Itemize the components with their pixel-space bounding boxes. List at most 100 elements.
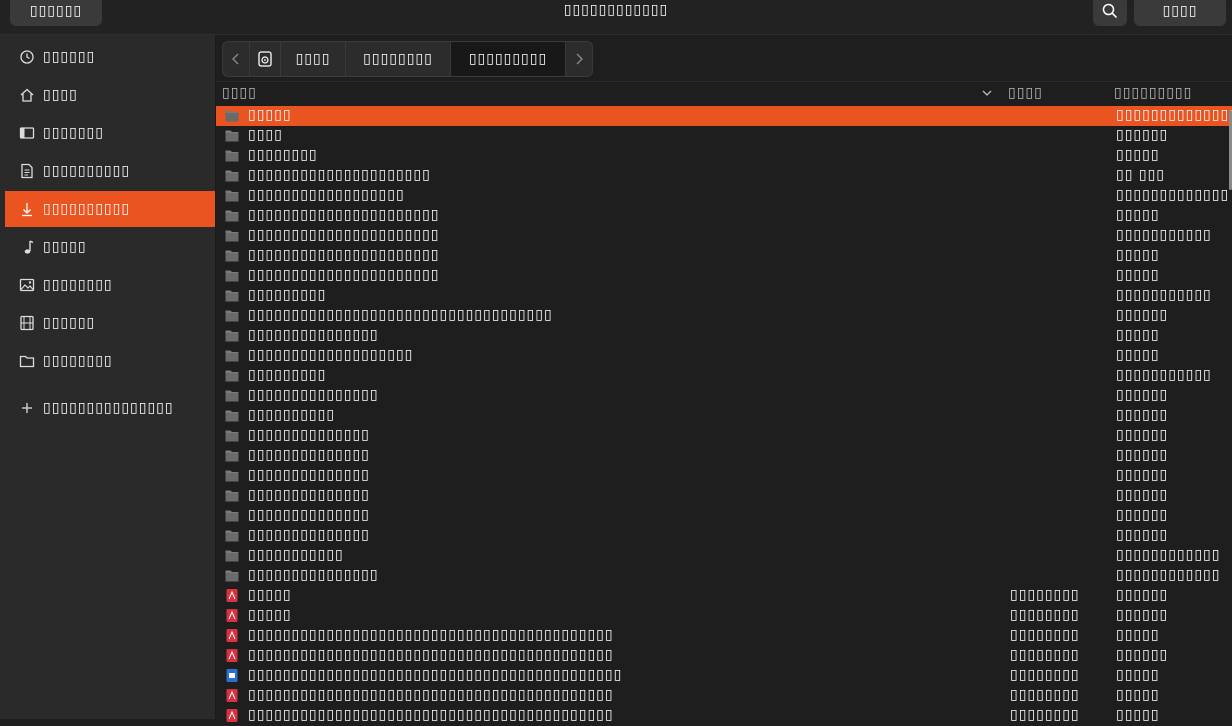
file-row[interactable]: ▯▯▯▯ ▯▯▯▯▯▯ bbox=[216, 126, 1232, 146]
file-row[interactable]: ▯▯▯▯▯▯▯▯▯▯▯▯▯▯▯▯▯▯▯▯▯▯ ▯▯▯▯▯▯▯▯▯▯▯ bbox=[216, 226, 1232, 246]
path-segment-home[interactable]: ▯▯▯▯ bbox=[281, 42, 346, 76]
file-row[interactable]: ▯▯▯▯▯▯▯▯▯▯▯▯▯▯▯▯▯▯▯▯ bbox=[216, 486, 1232, 506]
file-modified: ▯▯▯▯▯▯ bbox=[1116, 647, 1169, 663]
sidebar-item-clock[interactable]: ▯▯▯▯▯▯ bbox=[5, 39, 215, 75]
path-segment-current[interactable]: ▯▯▯▯▯▯▯▯▯ bbox=[451, 42, 566, 76]
file-name: ▯▯▯▯▯▯▯▯▯▯▯▯▯▯▯▯▯▯▯▯▯▯▯▯▯▯▯▯▯▯▯▯▯▯▯▯▯▯▯▯… bbox=[248, 667, 623, 683]
sidebar-item-label: ▯▯▯▯▯ bbox=[43, 239, 87, 255]
file-row[interactable]: ▯▯▯▯▯▯▯▯▯▯▯▯▯▯▯▯▯▯▯▯ bbox=[216, 526, 1232, 546]
sidebar-item-download[interactable]: ▯▯▯▯▯▯▯▯▯▯ bbox=[5, 191, 215, 227]
sidebar-item-label: ▯▯▯▯▯▯▯ bbox=[43, 125, 104, 141]
file-row[interactable]: ▯▯▯▯▯▯▯▯▯▯▯▯▯▯▯▯▯▯▯▯▯▯▯▯▯▯▯▯▯▯▯▯▯▯▯▯▯▯▯▯… bbox=[216, 686, 1232, 706]
column-modified-header[interactable]: ▯▯▯▯▯▯▯▯▯ bbox=[1114, 85, 1192, 101]
file-modified: ▯▯▯▯▯ bbox=[1116, 347, 1160, 363]
sidebar-item-desktop[interactable]: ▯▯▯▯▯▯▯ bbox=[5, 115, 215, 151]
file-row[interactable]: ▯▯▯▯▯▯▯▯▯▯▯▯▯▯▯▯▯▯▯▯▯ ▯▯ ▯▯▯ bbox=[216, 166, 1232, 186]
path-forward-button[interactable] bbox=[566, 42, 592, 76]
search-icon bbox=[1102, 3, 1118, 19]
file-row[interactable]: ▯▯▯▯▯▯▯▯ ▯▯▯▯▯ bbox=[216, 146, 1232, 166]
drive-icon bbox=[258, 51, 272, 67]
music-icon bbox=[17, 239, 37, 255]
file-row[interactable]: ▯▯▯▯▯▯▯▯▯▯▯ ▯▯▯▯▯▯▯▯▯▯▯▯ bbox=[216, 546, 1232, 566]
file-row[interactable]: ▯▯▯▯▯▯▯▯▯▯▯▯▯▯▯▯▯▯▯▯ bbox=[216, 426, 1232, 446]
file-size: ▯▯▯▯▯▯▯▯ bbox=[1010, 647, 1080, 663]
file-row[interactable]: ▯▯▯▯▯▯▯▯▯▯▯▯▯▯▯▯▯▯▯▯ bbox=[216, 446, 1232, 466]
pdf-file-icon bbox=[225, 609, 239, 622]
file-name: ▯▯▯▯▯▯▯▯▯▯▯▯▯▯▯▯▯▯▯▯▯▯▯▯▯▯▯▯▯▯▯▯▯▯▯▯▯▯▯▯… bbox=[248, 627, 614, 643]
path-segment-parent[interactable]: ▯▯▯▯▯▯▯▯ bbox=[346, 42, 451, 76]
sidebar-item-video[interactable]: ▯▯▯▯▯▯ bbox=[5, 305, 215, 341]
sidebar-item-folder[interactable]: ▯▯▯▯▯▯▯▯ bbox=[5, 343, 215, 379]
folder-icon bbox=[225, 449, 239, 462]
add-location-button[interactable]: ▯▯▯▯▯▯▯▯▯▯▯▯▯▯▯ bbox=[5, 390, 215, 426]
file-row[interactable]: ▯▯▯▯▯▯▯▯▯▯ ▯▯▯▯▯▯ bbox=[216, 406, 1232, 426]
file-name: ▯▯▯▯▯▯▯▯▯▯▯▯▯▯ bbox=[248, 507, 370, 523]
file-row[interactable]: ▯▯▯▯▯▯▯▯▯▯▯▯▯▯▯▯▯▯▯▯▯▯▯▯▯▯▯▯▯▯▯▯▯▯▯▯▯▯▯▯… bbox=[216, 626, 1232, 646]
search-button[interactable] bbox=[1093, 0, 1127, 26]
file-row[interactable]: ▯▯▯▯▯▯▯▯▯▯▯▯▯▯▯▯▯▯▯▯▯▯▯▯▯▯▯ bbox=[216, 246, 1232, 266]
path-back-button[interactable] bbox=[223, 42, 250, 76]
folder-icon bbox=[225, 229, 239, 242]
folder-icon bbox=[225, 469, 239, 482]
folder-icon bbox=[225, 249, 239, 262]
file-row[interactable]: ▯▯▯▯▯▯▯▯▯▯▯▯▯▯▯▯▯▯▯ ▯▯▯▯▯ bbox=[216, 346, 1232, 366]
folder-icon bbox=[225, 409, 239, 422]
file-modified: ▯▯▯▯▯▯▯▯▯▯▯▯ bbox=[1116, 547, 1221, 563]
chevron-right-icon bbox=[576, 53, 583, 65]
file-row[interactable]: ▯▯▯▯▯▯▯▯▯▯▯▯▯▯▯▯▯▯▯▯ bbox=[216, 466, 1232, 486]
file-modified: ▯▯▯▯▯▯ bbox=[1116, 427, 1169, 443]
folder-icon bbox=[225, 569, 239, 582]
sidebar-item-home[interactable]: ▯▯▯▯ bbox=[5, 77, 215, 113]
file-row[interactable]: ▯▯▯▯▯▯▯▯▯▯▯▯▯▯▯▯▯▯▯▯▯▯▯▯▯▯▯▯▯▯▯▯▯▯▯▯▯▯▯▯… bbox=[216, 666, 1232, 686]
open-button[interactable]: ▯▯▯▯ bbox=[1134, 0, 1226, 26]
file-row[interactable]: ▯▯▯▯▯▯▯▯▯▯▯▯▯▯▯▯▯▯▯▯▯▯▯▯▯▯▯▯▯▯▯▯▯▯▯▯▯▯▯▯… bbox=[216, 306, 1232, 326]
file-row[interactable]: ▯▯▯▯▯▯▯▯▯▯▯▯▯▯▯▯▯▯▯▯ bbox=[216, 326, 1232, 346]
column-name-header[interactable]: ▯▯▯▯ bbox=[222, 85, 257, 101]
file-row[interactable]: ▯▯▯▯▯▯▯▯▯▯▯▯▯▯▯▯▯▯▯▯ bbox=[216, 286, 1232, 306]
sidebar-item-document[interactable]: ▯▯▯▯▯▯▯▯▯▯ bbox=[5, 153, 215, 189]
file-modified: ▯▯ ▯▯▯ bbox=[1116, 167, 1165, 183]
folder-icon bbox=[225, 309, 239, 322]
file-name: ▯▯▯▯▯▯▯▯▯▯▯▯▯▯▯▯▯▯▯▯▯▯▯▯▯▯▯▯▯▯▯▯▯▯▯ bbox=[248, 307, 553, 323]
file-row[interactable]: ▯▯▯▯▯▯▯▯▯▯▯▯▯▯▯▯▯▯▯ bbox=[216, 586, 1232, 606]
file-modified: ▯▯▯▯▯▯▯▯▯▯▯▯▯▯ bbox=[1116, 107, 1232, 123]
sidebar-item-picture[interactable]: ▯▯▯▯▯▯▯▯ bbox=[5, 267, 215, 303]
file-size: ▯▯▯▯▯▯▯▯ bbox=[1010, 587, 1080, 603]
sort-chevron-down-icon bbox=[982, 90, 992, 96]
file-row[interactable]: ▯▯▯▯▯▯▯▯▯▯▯▯▯▯▯▯▯▯ ▯▯▯▯▯▯▯▯▯▯▯▯▯ bbox=[216, 186, 1232, 206]
add-location-label: ▯▯▯▯▯▯▯▯▯▯▯▯▯▯▯ bbox=[43, 400, 174, 416]
file-modified: ▯▯▯▯▯▯▯▯▯▯▯ bbox=[1116, 287, 1212, 303]
file-name: ▯▯▯▯▯▯▯▯▯▯▯▯▯▯▯▯▯▯▯▯▯▯▯▯▯▯▯▯▯▯▯▯▯▯▯▯▯▯▯▯… bbox=[248, 707, 614, 723]
home-icon bbox=[17, 87, 37, 103]
file-row[interactable]: ▯▯▯▯▯▯▯▯▯▯▯▯▯▯▯▯▯▯▯▯ bbox=[216, 366, 1232, 386]
file-row[interactable]: ▯▯▯▯▯▯▯▯▯▯▯▯▯▯▯▯▯▯▯ bbox=[216, 606, 1232, 626]
path-drive-button[interactable] bbox=[250, 42, 281, 76]
sidebar-item-label: ▯▯▯▯ bbox=[43, 87, 78, 103]
sidebar: ▯▯▯▯▯▯ ▯▯▯▯ ▯▯▯▯▯▯▯ ▯▯▯▯▯▯▯▯▯▯ ▯▯▯▯▯▯▯▯▯▯ ▯▯▯… bbox=[0, 35, 216, 719]
folder-icon bbox=[225, 549, 239, 562]
file-row[interactable]: ▯▯▯▯▯▯▯▯▯▯▯▯▯▯▯▯▯▯▯ bbox=[216, 106, 1232, 126]
file-row[interactable]: ▯▯▯▯▯▯▯▯▯▯▯▯▯▯▯▯▯▯▯▯▯▯▯▯▯▯▯▯▯▯▯▯▯▯▯▯▯▯▯▯… bbox=[216, 706, 1232, 726]
file-row[interactable]: ▯▯▯▯▯▯▯▯▯▯▯▯▯▯▯▯▯▯▯▯▯▯▯▯▯▯▯ bbox=[216, 266, 1232, 286]
file-modified: ▯▯▯▯▯ bbox=[1116, 687, 1160, 703]
video-icon bbox=[17, 315, 37, 331]
file-size: ▯▯▯▯▯▯▯▯ bbox=[1010, 667, 1080, 683]
folder-icon bbox=[225, 329, 239, 342]
file-name: ▯▯▯▯▯ bbox=[248, 107, 292, 123]
file-row[interactable]: ▯▯▯▯▯▯▯▯▯▯▯▯▯▯▯▯▯▯▯▯▯▯▯▯▯▯▯▯▯▯▯▯▯▯▯▯▯▯▯▯… bbox=[216, 646, 1232, 666]
file-row[interactable]: ▯▯▯▯▯▯▯▯▯▯▯▯▯▯▯▯▯▯▯▯▯▯▯▯▯▯▯ bbox=[216, 206, 1232, 226]
file-row[interactable]: ▯▯▯▯▯▯▯▯▯▯▯▯▯▯▯▯▯▯▯▯ bbox=[216, 506, 1232, 526]
file-name: ▯▯▯▯▯▯▯▯▯▯▯▯▯▯ bbox=[248, 427, 370, 443]
file-name: ▯▯▯▯▯▯▯▯▯ bbox=[248, 287, 327, 303]
chevron-left-icon bbox=[232, 53, 239, 65]
file-name: ▯▯▯▯▯▯▯▯▯▯▯▯▯▯▯▯▯▯▯▯▯▯ bbox=[248, 267, 440, 283]
sidebar-item-music[interactable]: ▯▯▯▯▯ bbox=[5, 229, 215, 265]
plus-icon bbox=[17, 402, 37, 414]
file-name: ▯▯▯▯▯▯▯▯▯▯▯▯▯▯▯▯▯▯▯▯▯▯ bbox=[248, 207, 440, 223]
sidebar-item-label: ▯▯▯▯▯▯▯▯▯▯ bbox=[43, 163, 131, 179]
column-size-header[interactable]: ▯▯▯▯ bbox=[1008, 85, 1043, 101]
column-header: ▯▯▯▯ ▯▯▯▯ ▯▯▯▯▯▯▯▯▯ bbox=[216, 81, 1232, 105]
file-row[interactable]: ▯▯▯▯▯▯▯▯▯▯▯▯▯▯▯▯▯▯▯▯▯▯▯▯▯▯▯ bbox=[216, 566, 1232, 586]
file-modified: ▯▯▯▯▯▯ bbox=[1116, 587, 1169, 603]
file-row[interactable]: ▯▯▯▯▯▯▯▯▯▯▯▯▯▯▯ ▯▯▯▯▯▯ bbox=[216, 386, 1232, 406]
